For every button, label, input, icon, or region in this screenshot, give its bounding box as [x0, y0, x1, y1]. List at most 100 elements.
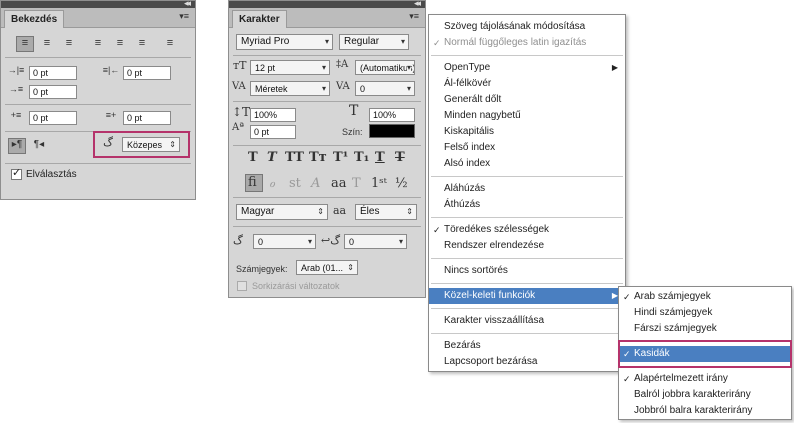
space-after-icon: ≡+ — [105, 110, 117, 120]
menu-item-change-orientation[interactable]: Szöveg tájolásának módosítása — [429, 19, 625, 35]
menu-item-label: Szöveg tájolásának módosítása — [444, 21, 586, 32]
menu-item-label: Közel-keleti funkciók — [444, 290, 536, 301]
stepper-icon: ⇕ — [169, 140, 176, 149]
panel-menu-icon[interactable]: ▾≡ — [409, 11, 419, 22]
chevron-down-icon: ▾ — [324, 37, 329, 46]
ordinals-icon[interactable]: 1ˢᵗ — [371, 176, 387, 191]
menu-item-superscript[interactable]: Felső index — [429, 140, 625, 156]
digits-dropdown[interactable]: Arab (01... ⇕ — [296, 260, 358, 275]
justify-last-left-icon[interactable]: ≡ — [89, 37, 107, 49]
submenu-item-farsi-digits[interactable]: Fárszi számjegyek — [619, 321, 791, 337]
character-panel: ◂◂ Karakter ▾≡ Myriad Pro ▾ Regular ▾ тT… — [228, 0, 426, 298]
check-icon: ✓ — [623, 374, 631, 384]
justify-all-icon[interactable]: ≡ — [161, 37, 179, 49]
menu-item-all-caps[interactable]: Minden nagybetű — [429, 108, 625, 124]
justify-last-right-icon[interactable]: ≡ — [133, 37, 151, 49]
menu-item-vertical-roman[interactable]: ✓ Normál függőleges latin igazítás — [429, 35, 625, 51]
menu-item-label: Jobbról balra karakterirány — [634, 405, 753, 416]
menu-item-faux-italic[interactable]: Generált dőlt — [429, 92, 625, 108]
divider — [233, 101, 421, 102]
font-style-value: Regular — [344, 36, 380, 47]
align-right-icon[interactable]: ≡ — [60, 37, 78, 49]
kashida-a-dropdown[interactable]: 0 ▾ — [253, 234, 316, 249]
character-tab[interactable]: Karakter — [232, 10, 287, 28]
rtl-paragraph-icon[interactable]: ¶◂ — [30, 139, 48, 150]
subscript-icon[interactable]: T₁ — [354, 150, 369, 165]
justify-last-center-icon[interactable]: ≡ — [111, 37, 129, 49]
menu-item-reset-character[interactable]: Karakter visszaállítása — [429, 313, 625, 329]
discretionary-ligature-icon[interactable]: st — [289, 176, 301, 191]
space-before-field[interactable]: 0 pt — [29, 111, 77, 125]
menu-item-close[interactable]: Bezárás — [429, 338, 625, 354]
hyphenation-label: Elválasztás — [26, 169, 77, 180]
indent-first-line-field[interactable]: 0 pt — [29, 85, 77, 99]
stepper-icon: ⇕ — [347, 263, 354, 272]
tracking-icon: VA — [336, 81, 350, 92]
font-family-dropdown[interactable]: Myriad Pro ▾ — [236, 34, 333, 50]
old-style-icon[interactable]: ℴ — [269, 176, 275, 191]
submenu-item-hindi-digits[interactable]: Hindi számjegyek — [619, 305, 791, 321]
leading-dropdown[interactable]: (Automatikus) ▾ — [355, 60, 415, 75]
vertical-scale-field[interactable]: 100% — [250, 108, 296, 122]
language-dropdown[interactable]: Magyar ⇕ — [236, 204, 328, 220]
kashida-b-dropdown[interactable]: 0 ▾ — [344, 234, 407, 249]
submenu-item-ltr-direction[interactable]: Balról jobbra karakterirány — [619, 387, 791, 403]
menu-item-underline[interactable]: Aláhúzás — [429, 181, 625, 197]
menu-divider — [431, 283, 623, 284]
stylistic-alternates-icon[interactable]: aa — [331, 176, 347, 191]
menu-item-label: Rendszer elrendezése — [444, 240, 545, 251]
menu-item-fractional-widths[interactable]: ✓ Töredékes szélességek — [429, 222, 625, 238]
font-style-dropdown[interactable]: Regular ▾ — [339, 34, 409, 50]
indent-right-field[interactable]: 0 pt — [123, 66, 171, 80]
menu-item-system-layout[interactable]: Rendszer elrendezése — [429, 238, 625, 254]
menu-item-close-tab-group[interactable]: Lapcsoport bezárása — [429, 354, 625, 370]
divider — [233, 55, 421, 56]
space-before-icon: +≡ — [10, 110, 22, 120]
divider — [233, 226, 421, 227]
menu-item-subscript[interactable]: Alsó index — [429, 156, 625, 172]
stepper-icon: ⇕ — [317, 207, 324, 216]
fractions-icon[interactable]: ½ — [395, 176, 408, 191]
swash-icon[interactable]: A — [311, 176, 320, 191]
menu-item-label: Aláhúzás — [444, 183, 486, 194]
indent-left-field[interactable]: 0 pt — [29, 66, 77, 80]
horizontal-scale-field[interactable]: 100% — [369, 108, 415, 122]
strikethrough-icon[interactable]: T — [395, 150, 405, 165]
kashida-rtl-icon: ↩ﮒ — [321, 234, 341, 247]
paragraph-tab[interactable]: Bekezdés — [4, 10, 65, 28]
align-center-icon[interactable]: ≡ — [38, 37, 56, 49]
superscript-icon[interactable]: T¹ — [333, 150, 348, 165]
submenu-item-default-direction[interactable]: ✓ Alapértelmezett irány — [619, 371, 791, 387]
panel-menu-icon[interactable]: ▾≡ — [179, 11, 189, 22]
menu-item-middle-eastern-features[interactable]: Közel-keleti funkciók ▶ — [429, 288, 625, 304]
menu-item-opentype[interactable]: OpenType ▶ — [429, 60, 625, 76]
antialias-icon: aa — [333, 204, 347, 217]
faux-italic-icon[interactable]: T — [267, 150, 277, 165]
color-label: Szín: — [342, 127, 363, 137]
submenu-item-rtl-direction[interactable]: Jobbról balra karakterirány — [619, 403, 791, 419]
underline-icon[interactable]: T — [375, 150, 385, 165]
baseline-shift-field[interactable]: 0 pt — [250, 125, 296, 139]
submenu-item-arabic-digits[interactable]: ✓ Arab számjegyek — [619, 289, 791, 305]
menu-item-no-break[interactable]: Nincs sortörés — [429, 263, 625, 279]
menu-item-small-caps[interactable]: Kiskapitális — [429, 124, 625, 140]
kashida-dropdown[interactable]: Közepes ⇕ — [122, 137, 180, 152]
check-icon: ✓ — [433, 225, 441, 235]
ordinal-variants-checkbox[interactable] — [237, 281, 247, 291]
faux-bold-icon[interactable]: T — [248, 150, 258, 165]
font-size-icon: тT — [233, 59, 247, 72]
all-caps-icon[interactable]: TT — [285, 150, 304, 165]
indent-left-icon: →|≡ — [7, 65, 25, 75]
font-size-dropdown[interactable]: 12 pt ▾ — [250, 60, 330, 75]
space-after-field[interactable]: 0 pt — [123, 111, 171, 125]
menu-item-faux-bold[interactable]: Ál-félkövér — [429, 76, 625, 92]
antialias-dropdown[interactable]: Éles ⇕ — [355, 204, 417, 220]
divider — [5, 104, 191, 105]
kashida-b-value: 0 — [349, 237, 355, 247]
titling-alternates-icon[interactable]: T — [352, 176, 361, 191]
menu-item-strikethrough[interactable]: Áthúzás — [429, 197, 625, 213]
kerning-dropdown[interactable]: Méretek ▾ — [250, 81, 330, 96]
tracking-dropdown[interactable]: 0 ▾ — [355, 81, 415, 96]
small-caps-icon[interactable]: Tт — [309, 150, 327, 165]
color-swatch[interactable] — [369, 124, 415, 138]
